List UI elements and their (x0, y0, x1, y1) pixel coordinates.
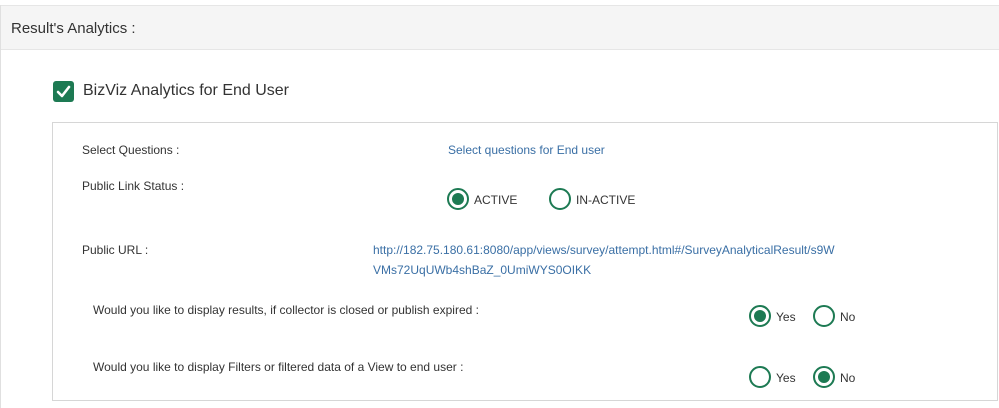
radio-selected-icon (749, 305, 771, 327)
display-filters-label: Would you like to display Filters or fil… (93, 360, 464, 374)
public-url-link-line2[interactable]: VMs72UqUWb4shBaZ_0UmiWYS0OIKK (373, 263, 591, 277)
display-results-label: Would you like to display results, if co… (93, 303, 479, 317)
results-analytics-panel: Result's Analytics : BizViz Analytics fo… (0, 5, 999, 408)
radio-selected-icon (813, 366, 835, 388)
end-user-settings-box: Select Questions : Select questions for … (52, 122, 998, 401)
radio-label: IN-ACTIVE (576, 193, 636, 207)
radio-selected-icon (447, 188, 469, 210)
radio-label: ACTIVE (474, 193, 518, 207)
checkbox-label: BizViz Analytics for End User (83, 82, 290, 99)
public-url-link-line1[interactable]: http://182.75.180.61:8080/app/views/surv… (373, 243, 835, 257)
panel-title: Result's Analytics : (11, 20, 136, 37)
select-questions-label: Select Questions : (82, 143, 180, 157)
radio-label: No (840, 371, 856, 385)
public-url-label: Public URL : (82, 243, 149, 257)
radio-label: Yes (776, 371, 796, 385)
public-link-status-label: Public Link Status : (82, 179, 185, 193)
radio-unselected-icon (749, 366, 771, 388)
panel-header: Result's Analytics : (1, 5, 999, 50)
select-questions-link[interactable]: Select questions for End user (448, 143, 605, 157)
radio-unselected-icon (549, 188, 571, 210)
radio-label: Yes (776, 310, 796, 324)
checkbox-checked-icon[interactable] (53, 81, 74, 102)
radio-label: No (840, 310, 856, 324)
radio-unselected-icon (813, 305, 835, 327)
